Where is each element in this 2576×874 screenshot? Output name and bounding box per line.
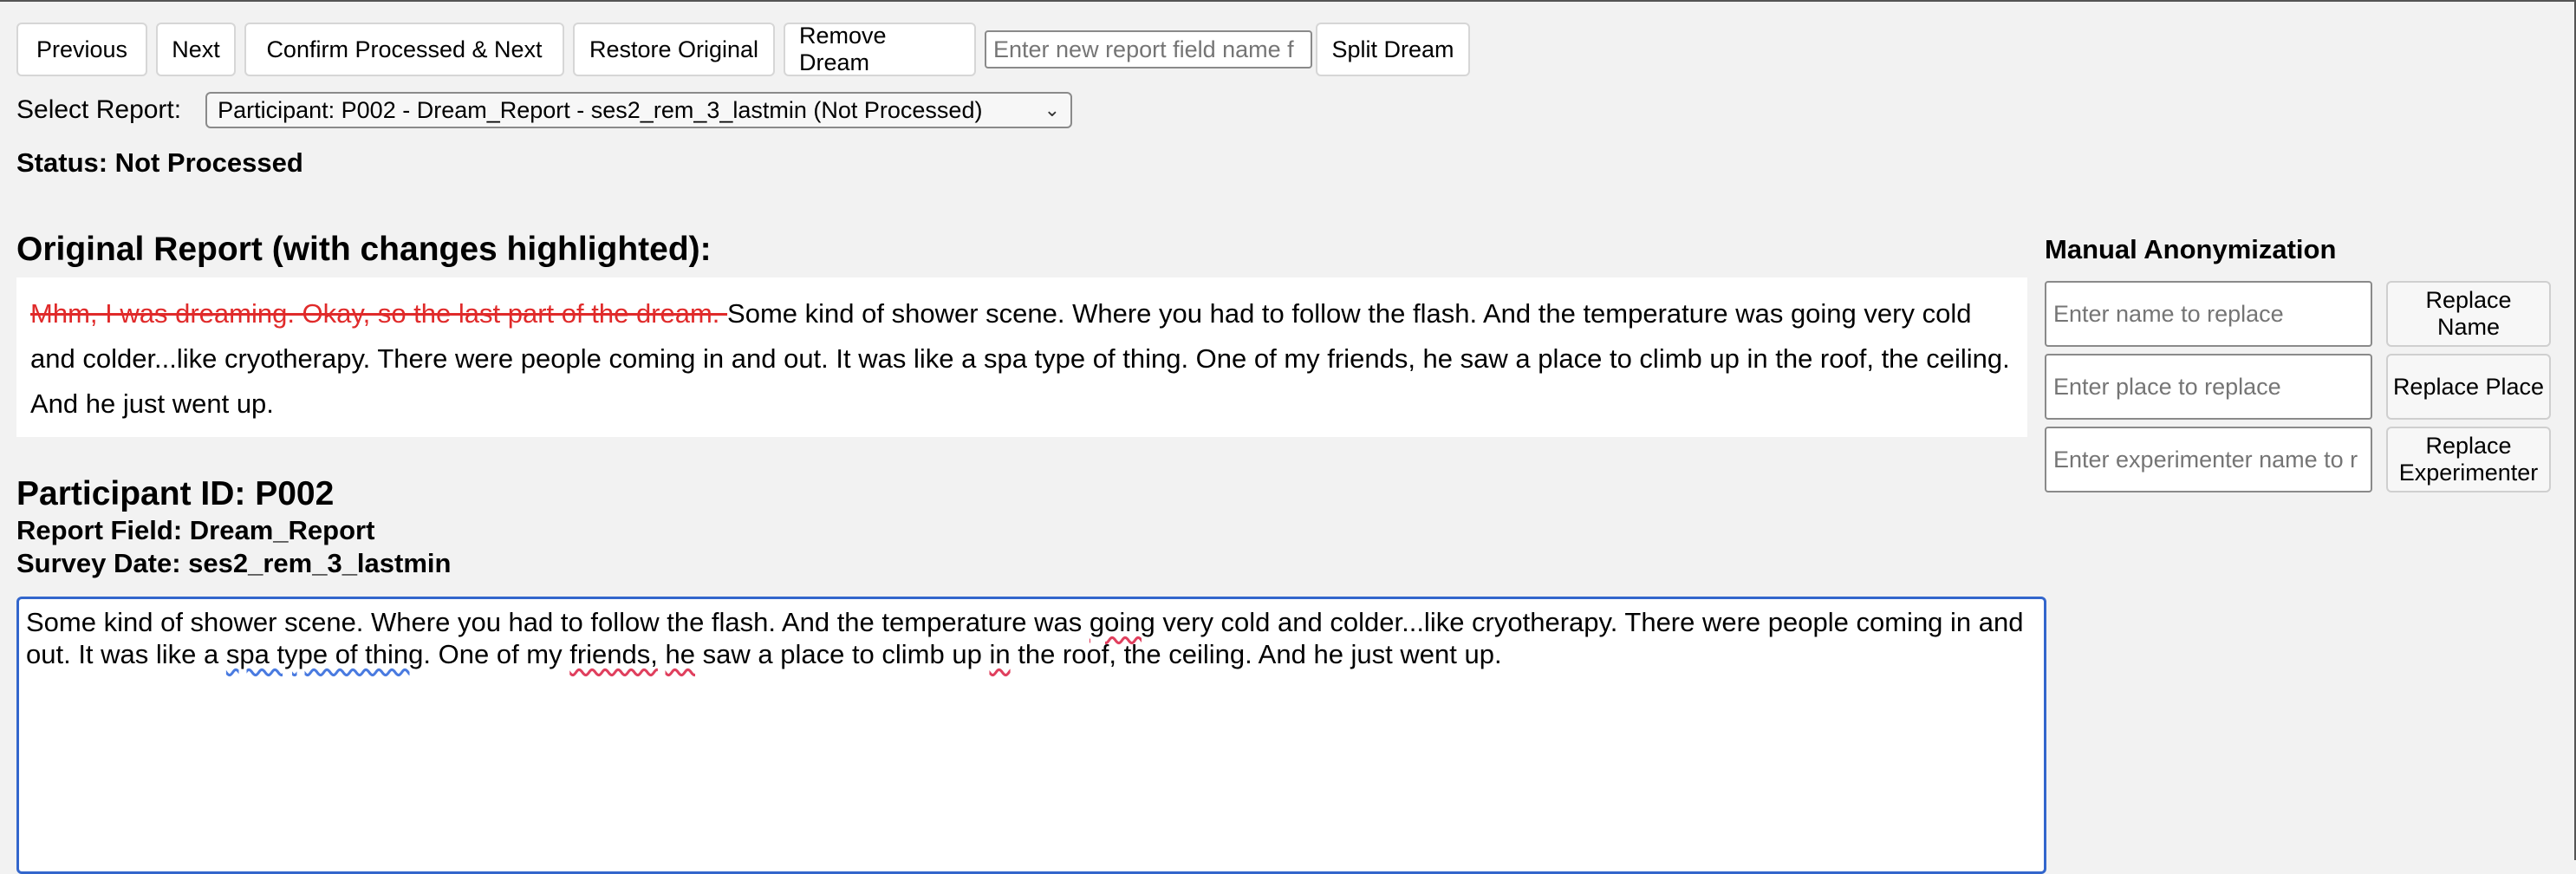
manual-anonymization-panel: Manual Anonymization Replace Name Replac… [2045, 234, 2552, 499]
report-field-name-input[interactable] [985, 30, 1312, 68]
manual-anonymization-title: Manual Anonymization [2045, 234, 2337, 264]
status-text: Status: Not Processed [16, 147, 303, 178]
participant-id: Participant ID: P002 [16, 475, 335, 512]
spellcheck-word: going [1089, 607, 1155, 637]
replace-experimenter-button[interactable]: Replace Experimenter [2386, 427, 2551, 492]
report-editor-textarea[interactable]: Some kind of shower scene. Where you had… [16, 597, 2046, 874]
original-report-heading: Original Report (with changes highlighte… [16, 231, 712, 268]
experimenter-to-replace-input[interactable] [2045, 427, 2372, 492]
chevron-down-icon: ⌄ [1044, 99, 1061, 121]
select-report-label: Select Report: [16, 95, 182, 124]
editor-text: saw a place to climb up [695, 639, 990, 669]
editor-text: Some kind of shower scene. Where you had… [26, 607, 1090, 637]
previous-button[interactable]: Previous [16, 23, 147, 76]
confirm-processed-next-button[interactable]: Confirm Processed & Next [244, 23, 564, 76]
replace-experimenter-row: Replace Experimenter [2045, 427, 2552, 492]
split-dream-button[interactable]: Split Dream [1316, 23, 1470, 76]
editor-text: . One of my [423, 639, 570, 669]
replace-place-row: Replace Place [2045, 354, 2552, 420]
name-to-replace-input[interactable] [2045, 281, 2372, 347]
replace-name-button[interactable]: Replace Name [2386, 281, 2551, 347]
report-selector-row: Select Report: Participant: P002 - Dream… [16, 91, 1073, 129]
spellcheck-word: friends, [569, 639, 658, 669]
place-to-replace-input[interactable] [2045, 354, 2372, 420]
editor-text: the roof, the ceiling. And he just went … [1010, 639, 1502, 669]
next-button[interactable]: Next [156, 23, 236, 76]
report-meta: Participant ID: P002 Report Field: Dream… [16, 474, 451, 580]
restore-original-button[interactable]: Restore Original [573, 23, 775, 76]
editor-text [658, 639, 666, 669]
grammar-phrase: spa type of thing [225, 639, 424, 669]
survey-date: Survey Date: ses2_rem_3_lastmin [16, 548, 452, 578]
report-select[interactable]: Participant: P002 - Dream_Report - ses2_… [205, 92, 1073, 128]
spellcheck-word: he [665, 639, 696, 669]
original-report-box: Mhm, I was dreaming. Okay, so the last p… [16, 277, 2027, 437]
toolbar: Previous Next Confirm Processed & Next R… [16, 23, 1479, 76]
report-select-value: Participant: P002 - Dream_Report - ses2_… [218, 96, 983, 123]
remove-dream-button[interactable]: Remove Dream [784, 23, 976, 76]
replace-place-button[interactable]: Replace Place [2386, 354, 2551, 420]
report-field: Report Field: Dream_Report [16, 515, 375, 545]
spellcheck-word: in [989, 639, 1011, 669]
replace-name-row: Replace Name [2045, 281, 2552, 347]
removed-text: Mhm, I was dreaming. Okay, so the last p… [30, 298, 728, 329]
